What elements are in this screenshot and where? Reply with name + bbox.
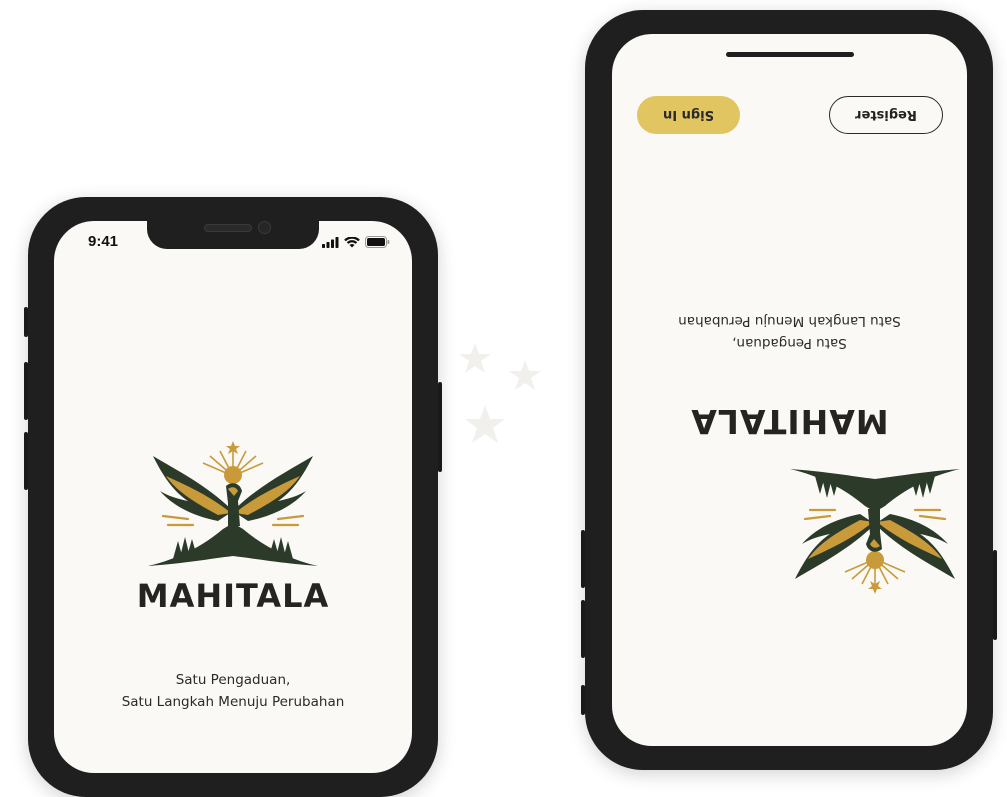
sign-in-button[interactable]: Sign In (637, 96, 740, 134)
eagle-logo (789, 469, 960, 594)
eagle-logo (148, 441, 318, 566)
volume-up-button (24, 362, 28, 420)
phone-left: 9:41 MAHITALA Satu Pengaduan, Satu Langk… (24, 197, 442, 797)
volume-down-button (24, 432, 28, 490)
tagline-flipped: Satu Pengaduan, Satu Langkah Menuju Peru… (612, 310, 967, 354)
tagline-line1: Satu Pengaduan, (732, 335, 847, 351)
register-button[interactable]: Register (829, 96, 943, 134)
front-camera (258, 221, 271, 234)
phone-right: Sign In Register Satu Pengaduan, Satu La… (581, 10, 997, 770)
tagline-line2: Satu Langkah Menuju Perubahan (678, 313, 901, 329)
auth-screen-flipped: Sign In Register Satu Pengaduan, Satu La… (612, 34, 967, 746)
status-icons (322, 236, 390, 248)
volume-button-b (581, 600, 585, 658)
tagline-line2: Satu Langkah Menuju Perubahan (121, 694, 345, 710)
notch (147, 221, 319, 249)
wifi-icon (344, 236, 360, 247)
volume-button-a (581, 530, 585, 588)
mute-switch (24, 307, 28, 337)
battery-icon (365, 236, 390, 248)
splash-screen: 9:41 MAHITALA Satu Pengaduan, Satu Langk… (54, 221, 412, 773)
tagline: Satu Pengaduan, Satu Langkah Menuju Peru… (54, 669, 412, 713)
power-button (438, 382, 442, 472)
signal-icon (322, 236, 339, 248)
brand-name-flipped: MAHITALA (690, 402, 889, 441)
status-time: 9:41 (88, 233, 119, 250)
home-indicator (725, 52, 854, 57)
star-decoration-icon (459, 343, 541, 443)
logo (148, 441, 318, 581)
tagline-line1: Satu Pengaduan, (175, 672, 291, 688)
power-button-right (993, 550, 997, 640)
brand-name: MAHITALA (136, 577, 330, 615)
speaker (204, 224, 252, 232)
mute-switch-right (581, 685, 585, 715)
logo-flipped (789, 454, 960, 594)
